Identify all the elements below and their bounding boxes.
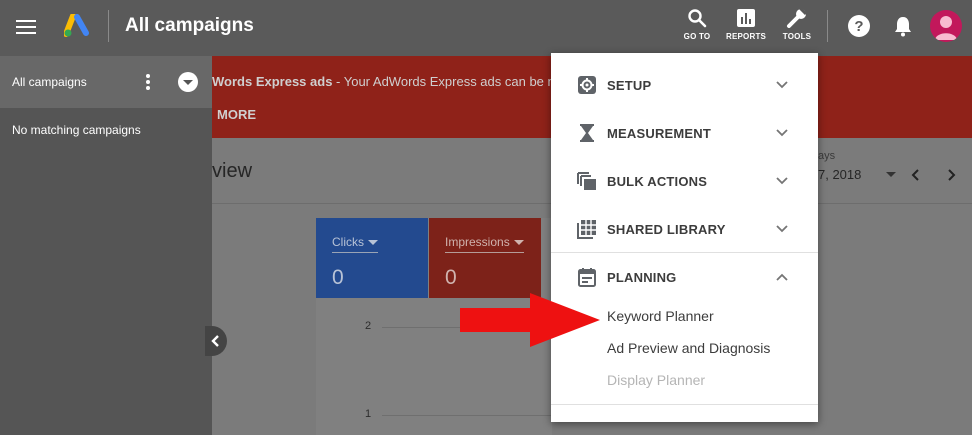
menu-section-label: PLANNING bbox=[607, 270, 677, 285]
keyword-planner-link[interactable]: Keyword Planner bbox=[607, 308, 714, 324]
bar-chart-icon bbox=[737, 9, 755, 27]
banner-text-bold: Words Express ads bbox=[212, 74, 333, 89]
menu-section-label: SHARED LIBRARY bbox=[607, 222, 726, 237]
reports-label: REPORTS bbox=[726, 32, 767, 41]
help-icon[interactable]: ? bbox=[847, 14, 871, 38]
tools-label: TOOLS bbox=[782, 32, 812, 41]
display-planner-link: Display Planner bbox=[607, 372, 706, 388]
hourglass-icon bbox=[577, 123, 597, 143]
previous-period-icon[interactable] bbox=[909, 167, 923, 183]
avatar[interactable] bbox=[930, 10, 962, 42]
date-range-caption: ays bbox=[818, 150, 836, 162]
banner-more-link[interactable]: MORE bbox=[217, 107, 256, 122]
clicks-metric-tile[interactable]: Clicks 0 bbox=[316, 218, 428, 298]
go-to-button[interactable]: GO TO bbox=[677, 8, 717, 41]
clicks-label-text: Clicks bbox=[332, 235, 364, 249]
overview-heading: view bbox=[212, 160, 253, 182]
date-range-value[interactable]: 7, 2018 bbox=[818, 167, 861, 182]
go-to-label: GO TO bbox=[683, 32, 711, 41]
page-title: All campaigns bbox=[125, 15, 254, 36]
clicks-metric-label: Clicks bbox=[332, 235, 378, 253]
copy-icon bbox=[577, 171, 597, 191]
menu-section-label: MEASUREMENT bbox=[607, 126, 712, 141]
menu-section-label: SETUP bbox=[607, 78, 652, 93]
sidebar-empty-message: No matching campaigns bbox=[12, 123, 141, 137]
campaign-sidebar: All campaigns No matching campaigns bbox=[0, 56, 212, 435]
y-axis-tick: 2 bbox=[365, 320, 372, 332]
chevron-left-icon bbox=[211, 335, 219, 347]
ad-preview-and-diagnosis-link[interactable]: Ad Preview and Diagnosis bbox=[607, 340, 770, 356]
menu-section-setup[interactable]: SETUP bbox=[551, 61, 818, 109]
y-axis-tick: 1 bbox=[365, 408, 372, 420]
chevron-down-icon bbox=[775, 126, 789, 140]
wrench-icon bbox=[787, 8, 808, 28]
clicks-value: 0 bbox=[332, 266, 344, 289]
date-range-dropdown-icon[interactable] bbox=[886, 172, 896, 177]
chevron-down-icon bbox=[775, 222, 789, 236]
header-divider bbox=[108, 10, 109, 42]
chevron-down-icon bbox=[775, 78, 789, 92]
menu-section-bulk-actions[interactable]: BULK ACTIONS bbox=[551, 157, 818, 205]
svg-text:?: ? bbox=[854, 18, 863, 35]
tools-dropdown-menu: SETUP MEASUREMENT BULK ACTIONS SHARED LI… bbox=[551, 53, 818, 422]
impressions-metric-tile[interactable]: Impressions 0 bbox=[429, 218, 541, 298]
chevron-down-icon bbox=[775, 174, 789, 188]
banner-text-rest: - Your AdWords Express ads can be ma bbox=[332, 74, 566, 89]
calendar-icon bbox=[577, 267, 597, 287]
top-app-bar: All campaigns GO TO REPORTS TOOLS ? bbox=[0, 0, 972, 56]
tools-button[interactable]: TOOLS bbox=[777, 8, 817, 41]
notifications-bell-icon[interactable] bbox=[891, 14, 915, 38]
impressions-value: 0 bbox=[445, 266, 457, 289]
sidebar-dropdown-icon[interactable] bbox=[178, 72, 198, 92]
menu-icon[interactable] bbox=[16, 17, 38, 35]
grid-icon bbox=[577, 219, 597, 239]
gear-icon bbox=[577, 75, 597, 95]
chevron-up-icon bbox=[775, 270, 789, 284]
impressions-dropdown-icon bbox=[513, 240, 524, 246]
menu-divider bbox=[551, 404, 818, 405]
next-period-icon[interactable] bbox=[944, 167, 958, 183]
banner-text: Words Express ads - Your AdWords Express… bbox=[212, 74, 566, 89]
collapse-sidebar-button[interactable] bbox=[205, 326, 227, 356]
menu-section-measurement[interactable]: MEASUREMENT bbox=[551, 109, 818, 157]
reports-button[interactable]: REPORTS bbox=[726, 8, 766, 41]
header-divider-right bbox=[827, 10, 828, 42]
menu-section-shared-library[interactable]: SHARED LIBRARY bbox=[551, 205, 818, 253]
account-icon bbox=[935, 16, 957, 40]
impressions-metric-label: Impressions bbox=[445, 235, 524, 253]
sidebar-header: All campaigns bbox=[0, 56, 212, 108]
impressions-label-text: Impressions bbox=[445, 235, 510, 249]
sidebar-title: All campaigns bbox=[12, 75, 87, 89]
annotation-arrow-icon bbox=[460, 293, 600, 347]
search-icon bbox=[688, 9, 707, 28]
clicks-dropdown-icon bbox=[368, 240, 378, 246]
more-options-icon[interactable] bbox=[143, 72, 153, 92]
menu-section-label: BULK ACTIONS bbox=[607, 174, 708, 189]
google-ads-logo[interactable] bbox=[63, 13, 90, 38]
chart-gridline bbox=[382, 415, 552, 416]
